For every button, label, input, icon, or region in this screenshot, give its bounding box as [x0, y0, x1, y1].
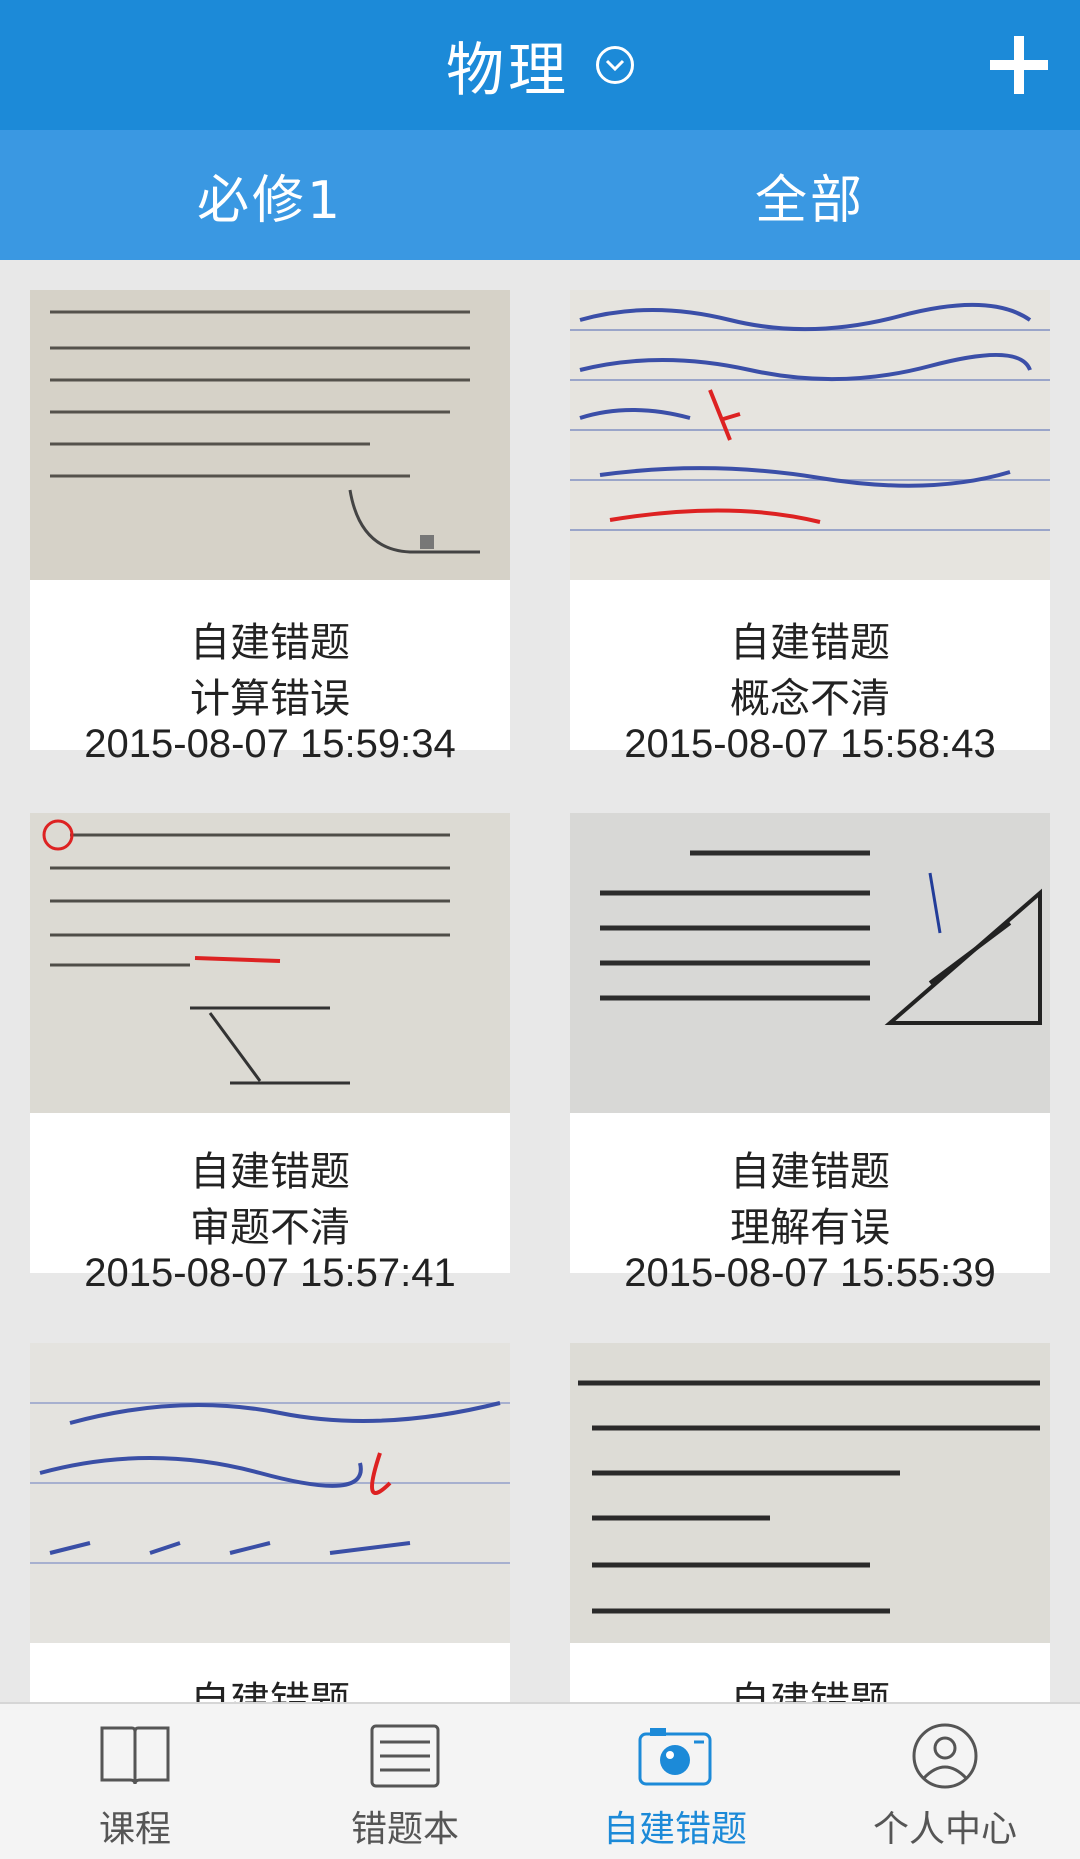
filter-tabs: 必修1 全部: [0, 130, 1080, 260]
nav-profile[interactable]: 个人中心: [810, 1704, 1080, 1859]
nav-label: 课程: [98, 1809, 171, 1850]
mistake-time: 2015-08-07 15:59:34: [84, 722, 456, 766]
tab-all[interactable]: 全部: [540, 130, 1080, 260]
question-photo: [30, 290, 510, 580]
mistake-time: 2015-08-07 15:58:43: [624, 722, 996, 766]
nav-label: 自建错题: [602, 1809, 747, 1850]
question-photo: [570, 1343, 1050, 1643]
mistake-source: 自建错题: [190, 620, 350, 666]
mistake-card[interactable]: 自建错题 计算错误 2015-08-07 15:59:34: [30, 290, 510, 766]
mistake-card[interactable]: 自建错题 理解有误 2015-08-07 15:55:39: [570, 813, 1050, 1295]
nav-label: 错题本: [350, 1809, 459, 1850]
mistake-time: 2015-08-07 15:57:41: [84, 1251, 456, 1295]
mistake-card[interactable]: 自建错题 审题不清 2015-08-07 15:57:41: [30, 813, 510, 1295]
top-app-bar: 物理: [0, 0, 1080, 130]
question-photo: [570, 813, 1050, 1113]
bottom-nav: 课程 错题本 自建错题 个人中心: [0, 1702, 1080, 1859]
notebook-icon: [370, 1724, 440, 1788]
chevron-down-icon: [596, 46, 634, 84]
mistake-source: 自建错题: [190, 1679, 350, 1702]
nav-mistake-book[interactable]: 错题本: [270, 1704, 540, 1859]
question-photo: [30, 813, 510, 1113]
mistake-card[interactable]: 自建错题 概念不清 2015-08-07 15:58:43: [570, 290, 1050, 766]
mistake-source: 自建错题: [190, 1149, 350, 1195]
mistake-source: 自建错题: [730, 1149, 890, 1195]
mistake-time: 2015-08-07 15:55:39: [624, 1251, 996, 1295]
mistake-grid: 自建错题 计算错误 2015-08-07 15:59:34 自建错题 概念不清 …: [0, 260, 1080, 1702]
nav-courses[interactable]: 课程: [0, 1704, 270, 1859]
mistake-reason: 计算错误: [190, 676, 350, 722]
camera-icon: [638, 1728, 712, 1786]
tab-required-1[interactable]: 必修1: [0, 130, 540, 260]
subject-title: 物理: [445, 36, 570, 104]
mistake-reason: 概念不清: [730, 676, 890, 722]
book-icon: [100, 1726, 170, 1785]
mistake-source: 自建错题: [730, 1679, 890, 1702]
subject-selector[interactable]: 物理: [0, 0, 1080, 130]
mistake-source: 自建错题: [730, 620, 890, 666]
add-mistake-plus-icon[interactable]: [978, 24, 1060, 106]
question-photo: [570, 290, 1050, 580]
mistake-reason: 理解有误: [730, 1205, 890, 1251]
nav-label: 个人中心: [872, 1809, 1017, 1850]
mistake-reason: 审题不清: [190, 1205, 350, 1251]
nav-self-built-mistakes[interactable]: 自建错题: [540, 1704, 810, 1859]
question-photo: [30, 1343, 510, 1643]
person-icon: [912, 1723, 978, 1789]
mistake-card[interactable]: 自建错题: [30, 1343, 510, 1702]
mistake-card[interactable]: 自建错题: [570, 1343, 1050, 1702]
